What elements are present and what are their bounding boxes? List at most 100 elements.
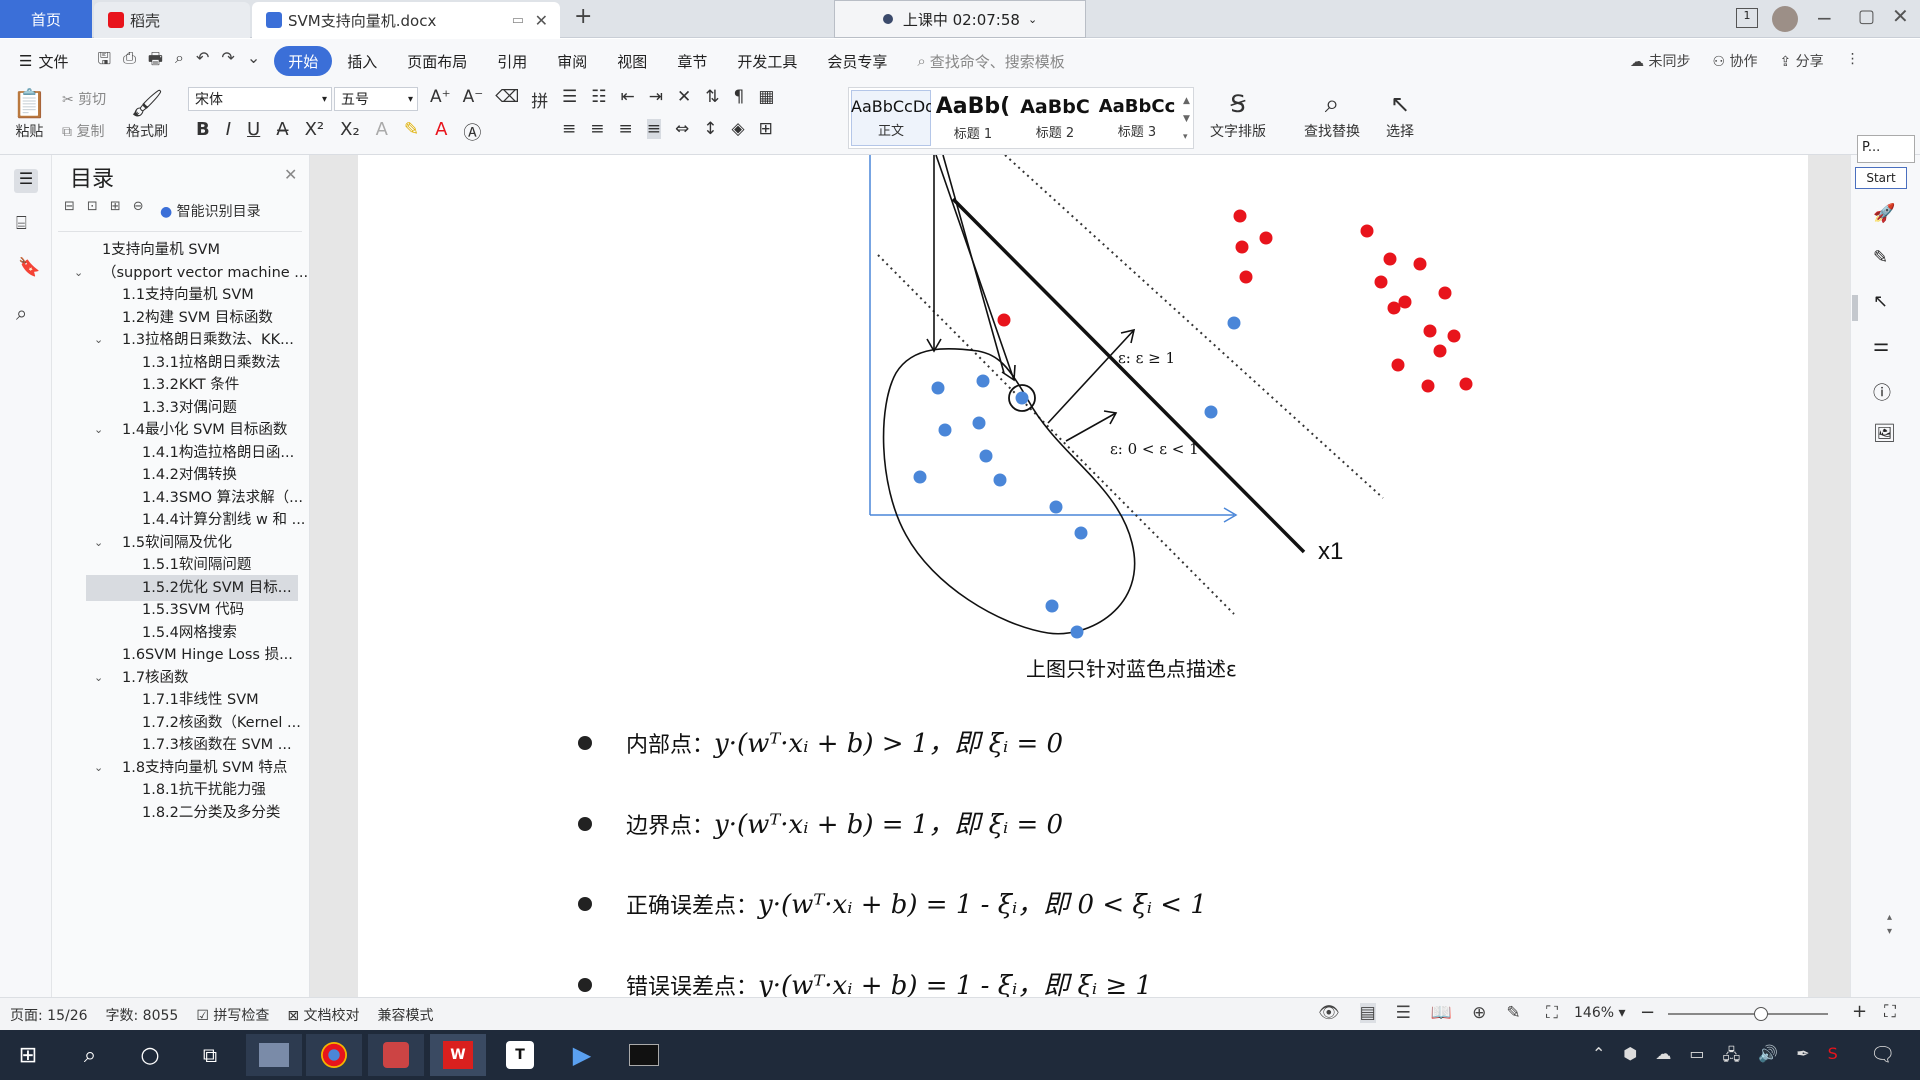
zoom-slider-handle[interactable]	[1754, 1007, 1768, 1021]
expand-icon[interactable]: ⊡	[87, 199, 98, 214]
terminal-icon[interactable]	[616, 1034, 672, 1076]
style-heading-3[interactable]: AaBbCc 标题 3	[1097, 90, 1177, 146]
word-count[interactable]: 字数: 8055	[106, 1005, 179, 1025]
menu-member[interactable]: 会员专享	[812, 46, 902, 76]
scrollbar-thumb[interactable]	[1852, 295, 1858, 321]
text-layout-button[interactable]: Ꞩ 文字排版	[1210, 87, 1266, 141]
superscript-icon[interactable]: X²	[305, 119, 325, 145]
fit-page-icon[interactable]: ⛶	[1546, 1003, 1558, 1023]
menu-chapter[interactable]: 章节	[662, 46, 722, 76]
new-tab-icon[interactable]: +	[574, 4, 592, 29]
zoom-slider[interactable]	[1668, 1013, 1828, 1015]
close-tab-icon[interactable]: ✕	[535, 11, 548, 30]
chapter-nav-icon[interactable]: ⌸	[16, 213, 27, 234]
menu-insert[interactable]: 插入	[332, 46, 392, 76]
customize-icon[interactable]: ⌄	[247, 48, 260, 75]
italic-icon[interactable]: I	[226, 119, 231, 145]
toc-panel-icon[interactable]: ☰	[14, 169, 38, 193]
antivirus-icon[interactable]: S	[1828, 1044, 1838, 1071]
menu-page-layout[interactable]: 页面布局	[392, 46, 482, 76]
start-button[interactable]: Start	[1855, 167, 1907, 189]
grow-font-icon[interactable]: A⁺	[430, 87, 451, 112]
highlight-icon[interactable]: ✎	[404, 119, 419, 145]
menu-start[interactable]: 开始	[274, 46, 333, 76]
more-icon[interactable]: ⋮	[1846, 51, 1860, 71]
settings-sliders-icon[interactable]: ⚌	[1873, 335, 1899, 361]
zoom-out-icon[interactable]: −	[1640, 1002, 1655, 1023]
menu-reference[interactable]: 引用	[482, 46, 542, 76]
char-border-icon[interactable]: Ⓐ	[463, 119, 481, 145]
rocket-icon[interactable]: 🚀	[1873, 203, 1899, 229]
collapse-all-icon[interactable]: ⊟	[64, 199, 75, 214]
paste-button[interactable]: 📋 粘贴	[12, 87, 47, 141]
bookmark-icon[interactable]: 🔖	[18, 257, 40, 278]
spell-check-button[interactable]: ☑ 拼写检查	[196, 1005, 269, 1025]
network-icon[interactable]: 🖧	[1723, 1044, 1741, 1071]
file-explorer-icon[interactable]	[246, 1034, 302, 1076]
line-spacing-icon[interactable]: ↕	[703, 119, 717, 139]
typora-icon[interactable]: T	[492, 1034, 548, 1076]
tab-docer[interactable]: 稻壳	[94, 2, 250, 38]
strikethrough-icon[interactable]: A̶	[276, 119, 288, 145]
menu-review[interactable]: 审阅	[542, 46, 602, 76]
fullscreen-icon[interactable]: ⛶	[1884, 1002, 1896, 1022]
clear-format-icon[interactable]: ⌫	[495, 87, 519, 112]
chinese-layout-icon[interactable]: ✕	[677, 87, 691, 107]
share-button[interactable]: ⇪ 分享	[1779, 51, 1823, 71]
shading-icon[interactable]: ◈	[732, 119, 745, 139]
class-timer[interactable]: 上课中 02:07:58 ⌄	[834, 0, 1086, 38]
table-tools-icon[interactable]: ▦	[758, 87, 774, 107]
page-indicator[interactable]: 页面: 15/26	[10, 1005, 88, 1025]
image-tool-icon[interactable]: 🖼	[1873, 423, 1899, 449]
text-effect-icon[interactable]: A	[376, 119, 388, 145]
zoom-in-icon[interactable]: +	[1852, 1001, 1867, 1022]
select-button[interactable]: ↖ 选择	[1386, 87, 1414, 141]
align-justify-icon[interactable]: ≡	[646, 119, 661, 139]
print-preview-icon[interactable]: ⎙	[123, 48, 136, 75]
distribute-icon[interactable]: ⇔	[675, 119, 689, 139]
shrink-font-icon[interactable]: A⁻	[463, 87, 484, 112]
annotate-icon[interactable]: ✎	[1506, 1003, 1520, 1023]
subscript-icon[interactable]: X₂	[340, 119, 360, 145]
font-size-select[interactable]: 五号 ▾	[334, 87, 418, 111]
page-view-icon[interactable]: ▤	[1359, 1003, 1376, 1023]
outline-view-icon[interactable]: ☰	[1396, 1003, 1411, 1023]
sort-icon[interactable]: ⇅	[705, 87, 719, 107]
tray-app-icon[interactable]: ⬢	[1623, 1044, 1637, 1071]
battery-icon[interactable]: ▭	[1689, 1044, 1704, 1071]
web-view-icon[interactable]: ⊕	[1472, 1003, 1486, 1023]
pointer-icon[interactable]: ↖	[1873, 291, 1899, 317]
bold-icon[interactable]: B	[196, 119, 210, 145]
sync-button[interactable]: ☁ 未同步	[1630, 51, 1690, 71]
style-heading-1[interactable]: AaBb(标题 1	[933, 90, 1013, 146]
style-heading-2[interactable]: AaBbC 标题 2	[1015, 90, 1095, 146]
print-icon[interactable]: 🖶	[148, 48, 163, 75]
bullet-list-icon[interactable]: ☰	[562, 87, 577, 107]
decrease-indent-icon[interactable]: ⇤	[621, 87, 635, 107]
menu-view[interactable]: 视图	[602, 46, 662, 76]
close-window-icon[interactable]: ✕	[1892, 4, 1909, 28]
close-panel-icon[interactable]: ✕	[284, 165, 297, 184]
document-page[interactable]: x1 ε: ε ≥ 1 ε: 0 < ε < 1 上图只针对蓝色点描述ε 内部点…	[358, 155, 1808, 997]
tab-document[interactable]: SVM支持向量机.docx ▭ ✕	[252, 2, 560, 38]
align-left-icon[interactable]: ≡	[562, 119, 576, 139]
menu-file[interactable]: ☰ 文件	[4, 46, 83, 76]
task-view-icon[interactable]: ⧉	[182, 1034, 238, 1076]
redo-icon[interactable]: ↷	[221, 48, 234, 75]
volume-icon[interactable]: 🔊	[1758, 1044, 1778, 1071]
format-painter-button[interactable]: 🖌 格式刷	[126, 87, 168, 141]
preview-icon[interactable]: ⌕	[175, 48, 184, 75]
increase-indent-icon[interactable]: ⇥	[649, 87, 663, 107]
pen-icon[interactable]: ✎	[1873, 247, 1899, 273]
command-search[interactable]: ⌕ 查找命令、搜索模板	[902, 46, 1079, 76]
font-color-icon[interactable]: A	[435, 119, 447, 145]
toc-item[interactable]: 1.8.2二分类及多分类	[58, 800, 298, 826]
collab-button[interactable]: ⚇ 协作	[1712, 51, 1757, 71]
onedrive-icon[interactable]: ☁	[1655, 1044, 1671, 1071]
avatar[interactable]	[1772, 6, 1798, 32]
copy-button[interactable]: ⧉ 复制	[62, 121, 104, 141]
maximize-icon[interactable]: ▢	[1858, 6, 1875, 27]
phonetic-icon[interactable]: 拼	[531, 87, 548, 112]
align-center-icon[interactable]: ≡	[590, 119, 604, 139]
zoom-level[interactable]: 146% ▾	[1574, 1005, 1626, 1021]
